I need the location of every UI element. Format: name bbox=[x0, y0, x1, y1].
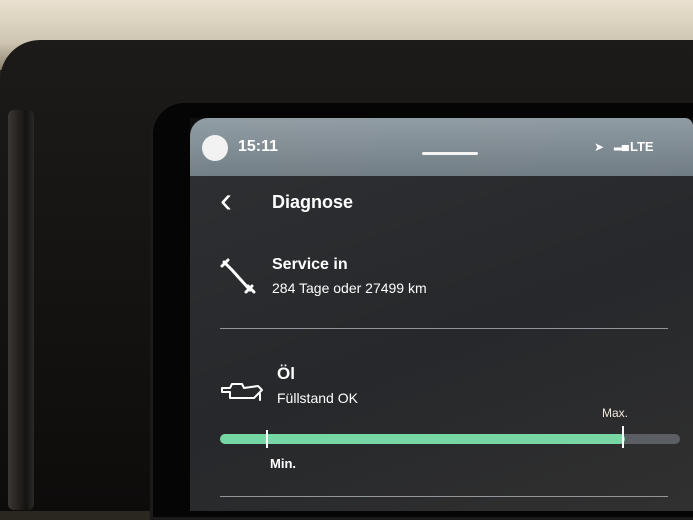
oil-title: Öl bbox=[277, 364, 295, 383]
divider bbox=[220, 328, 668, 329]
oil-row[interactable]: Öl Füllstand OK Max. Min. bbox=[190, 358, 693, 508]
min-tick bbox=[266, 430, 268, 448]
network-label: LTE bbox=[630, 139, 654, 154]
oil-can-icon bbox=[221, 383, 263, 401]
page-title: Diagnose bbox=[272, 192, 354, 212]
min-label: Min. bbox=[270, 456, 296, 471]
user-avatar-icon[interactable] bbox=[202, 135, 228, 161]
page-header: ‹ Diagnose bbox=[190, 176, 693, 236]
oil-level-fill bbox=[220, 434, 625, 444]
max-label: Max. bbox=[602, 406, 629, 420]
back-chevron-icon[interactable]: ‹ bbox=[220, 180, 232, 220]
status-time: 15:11 bbox=[238, 138, 279, 155]
signal-icon: ▂▄ bbox=[614, 140, 629, 151]
navigation-arrow-icon: ➤ bbox=[594, 140, 605, 154]
oil-status: Füllstand OK bbox=[277, 390, 358, 406]
wrench-icon bbox=[220, 258, 256, 294]
max-tick bbox=[622, 426, 624, 448]
status-bar: 15:11 ➤ ▂▄ LTE bbox=[190, 118, 693, 176]
air-vent bbox=[8, 110, 34, 510]
pull-down-handle[interactable] bbox=[422, 152, 478, 155]
infotainment-screen: 15:11 ➤ ▂▄ LTE ‹ Diagnose Service in 284… bbox=[190, 118, 693, 511]
divider bbox=[220, 496, 668, 497]
service-row[interactable]: Service in 284 Tage oder 27499 km bbox=[190, 248, 693, 318]
service-title: Service in bbox=[272, 256, 348, 273]
service-detail: 284 Tage oder 27499 km bbox=[272, 280, 427, 296]
